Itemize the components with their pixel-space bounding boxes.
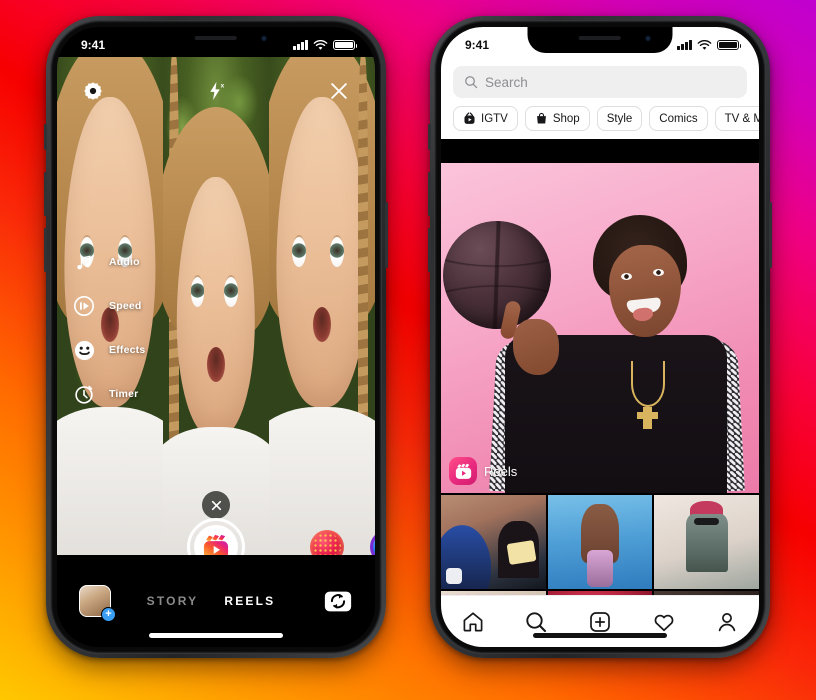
igtv-icon	[464, 112, 475, 124]
camera-top-controls: x	[57, 69, 375, 113]
tab-home[interactable]	[458, 607, 488, 637]
right-screen: 9:41 Search IGTV Shop Style Comics TV & …	[441, 27, 759, 647]
power-button[interactable]	[385, 202, 388, 268]
flash-off-icon[interactable]: x	[202, 77, 230, 105]
volume-up-button[interactable]	[428, 172, 431, 216]
reels-badge-label: Reels	[484, 463, 518, 479]
capture-mode-tabs: STORY REELS	[99, 594, 323, 608]
side-menu-label-audio: Audio	[109, 256, 140, 268]
dismiss-effect-button[interactable]	[202, 491, 230, 519]
featured-reel[interactable]: Reels	[441, 163, 759, 493]
close-x-icon[interactable]	[325, 77, 353, 105]
reels-badge: Reels	[449, 457, 517, 485]
home-icon	[463, 611, 483, 631]
chip-comics[interactable]: Comics	[649, 106, 708, 131]
volume-down-button[interactable]	[44, 228, 47, 272]
search-icon	[526, 611, 547, 632]
earpiece-speaker	[194, 36, 237, 40]
svg-text:x: x	[221, 83, 225, 90]
wifi-icon	[697, 39, 712, 50]
bottom-tab-bar	[441, 595, 759, 647]
gallery-thumbnail[interactable]: +	[79, 585, 116, 622]
explore-grid	[441, 495, 759, 595]
explore-header: Search IGTV Shop Style Comics TV & M	[441, 57, 759, 139]
side-menu-label-timer: Timer	[109, 388, 139, 400]
mute-switch[interactable]	[428, 124, 431, 150]
status-time: 9:41	[465, 38, 490, 52]
cellular-bars-icon	[677, 40, 692, 50]
scene: 9:41 x Audio Speed Effects Timer + STORY…	[0, 0, 816, 700]
viewfinder-panel-right	[269, 57, 375, 557]
volume-down-button[interactable]	[428, 228, 431, 272]
status-time: 9:41	[81, 38, 106, 52]
earpiece-speaker	[578, 36, 621, 40]
notch-left	[143, 27, 289, 53]
notch-right	[527, 27, 673, 53]
volume-up-button[interactable]	[44, 172, 47, 216]
heart-icon	[654, 614, 673, 631]
chip-label-comics: Comics	[659, 112, 698, 125]
chip-label-igtv: IGTV	[481, 112, 508, 125]
side-menu-label-speed: Speed	[109, 300, 142, 312]
chip-style[interactable]: Style	[596, 106, 643, 131]
category-chips: IGTV Shop Style Comics TV & M	[441, 106, 759, 139]
reels-clapper-icon	[449, 457, 477, 485]
shopping-bag-icon	[536, 112, 546, 124]
flip-camera-icon[interactable]	[323, 586, 353, 616]
phone-left-camera: 9:41 x Audio Speed Effects Timer + STORY…	[44, 16, 388, 658]
chip-igtv[interactable]: IGTV	[453, 106, 518, 131]
tab-profile[interactable]	[712, 607, 742, 637]
wifi-icon	[313, 39, 328, 50]
featured-person	[441, 193, 759, 493]
grid-item-tag	[446, 568, 462, 584]
side-menu-item-timer[interactable]: Timer	[71, 381, 145, 407]
home-indicator-right	[533, 633, 667, 638]
chip-label-shop: Shop	[552, 112, 580, 125]
cellular-bars-icon	[293, 40, 308, 50]
gallery-add-badge: +	[101, 607, 116, 622]
side-menu-item-effects[interactable]: Effects	[71, 337, 145, 363]
mode-tab-reels[interactable]: REELS	[224, 594, 275, 608]
grid-item[interactable]	[441, 495, 546, 589]
power-button[interactable]	[769, 202, 772, 268]
search-placeholder: Search	[485, 74, 528, 90]
search-icon	[465, 76, 478, 89]
grid-item[interactable]	[547, 495, 653, 589]
left-screen: 9:41 x Audio Speed Effects Timer + STORY…	[57, 27, 375, 647]
smiley-face-icon	[71, 337, 97, 363]
mode-tab-story[interactable]: STORY	[147, 594, 199, 608]
battery-icon	[717, 39, 742, 51]
camera-side-menu: Audio Speed Effects Timer	[71, 249, 145, 407]
tab-search[interactable]	[521, 607, 551, 637]
timer-clock-icon	[71, 381, 97, 407]
side-menu-label-effects: Effects	[109, 344, 146, 356]
music-note-icon	[71, 249, 97, 275]
chip-label-tv-and-movies: TV & Movies	[724, 112, 759, 125]
battery-icon	[333, 39, 358, 51]
grid-item[interactable]	[654, 495, 759, 589]
side-menu-item-audio[interactable]: Audio	[71, 249, 145, 275]
front-camera-icon	[261, 36, 267, 41]
side-menu-item-speed[interactable]: Speed	[71, 293, 145, 319]
tab-create[interactable]	[585, 607, 615, 637]
chip-label-style: Style	[606, 112, 633, 125]
search-input[interactable]: Search	[453, 66, 747, 98]
mute-switch[interactable]	[44, 124, 47, 150]
speed-play-icon	[71, 293, 97, 319]
plus-square-icon	[590, 611, 610, 632]
viewfinder-panel-center	[163, 57, 269, 557]
tab-activity[interactable]	[649, 607, 679, 637]
chip-shop[interactable]: Shop	[524, 106, 590, 131]
chip-tv-and-movies[interactable]: TV & Movies	[714, 106, 759, 131]
person-icon	[718, 612, 736, 631]
home-indicator-left	[149, 633, 283, 638]
front-camera-icon	[645, 36, 651, 41]
settings-gear-icon[interactable]	[79, 77, 107, 105]
phone-right-explore: 9:41 Search IGTV Shop Style Comics TV & …	[428, 16, 772, 658]
